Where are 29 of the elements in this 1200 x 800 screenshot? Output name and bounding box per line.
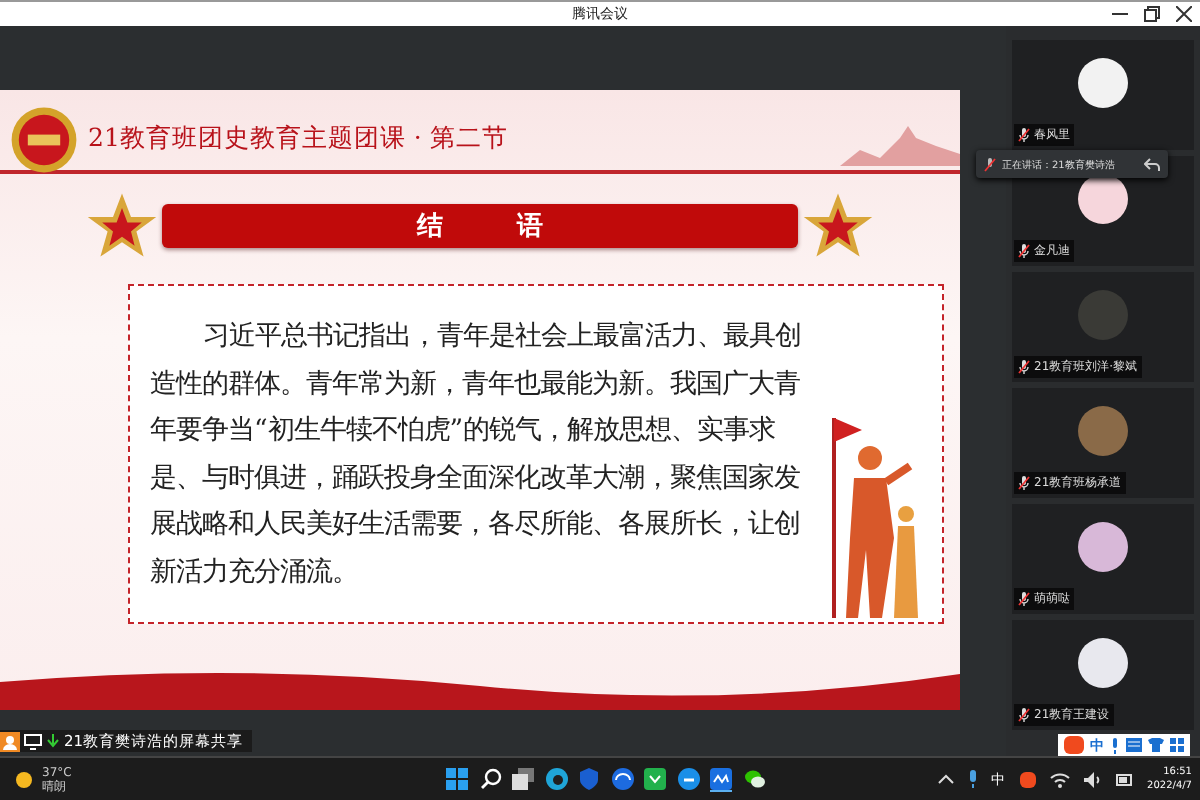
quote-paragraph: 习近平总书记指出，青年是社会上最富活力、最具创造性的群体。青年常为新，青年也最能为新。我国广大青年要争当“初生牛犊不怕虎”的锐气，解放思想、实事求是、与时俱进，踊跃投身全面深化改革大潮，聚焦国家发展战略和人民美好生活需要，各尽所能、各展所长，让创新活力充分涌流。 [150, 319, 802, 592]
section-banner: 结 语 [162, 204, 798, 248]
emblem-icon [8, 104, 80, 176]
person-icon [0, 731, 20, 751]
search-icon[interactable] [479, 768, 501, 790]
monitor-icon [24, 733, 42, 749]
meeting-app-icon[interactable] [611, 768, 633, 790]
sun-icon[interactable] [16, 771, 32, 787]
slide-title: 21教育班团史教育主题团课 · 第二节 [88, 121, 508, 155]
wifi-icon[interactable] [1049, 771, 1070, 787]
restore-icon[interactable] [1144, 6, 1160, 22]
meeting-app-icon[interactable] [710, 767, 732, 791]
star-badge-icon [802, 190, 874, 262]
start-icon[interactable] [446, 768, 468, 790]
grid-icon[interactable] [1170, 738, 1184, 752]
mic-muted-icon [984, 157, 996, 171]
close-icon[interactable] [1176, 6, 1192, 22]
wechat-icon[interactable] [743, 768, 765, 790]
shirt-icon[interactable] [1148, 738, 1164, 752]
task-view-icon[interactable] [512, 768, 534, 790]
speaker-icon[interactable] [1083, 771, 1102, 787]
chevron-up-icon[interactable] [937, 774, 954, 784]
ime-logo-icon [1064, 736, 1084, 754]
reply-icon[interactable] [1144, 157, 1160, 171]
shield-icon[interactable] [578, 768, 600, 790]
ime-logo-icon[interactable] [1019, 771, 1036, 787]
star-badge-icon [86, 190, 158, 262]
battery-icon[interactable] [1115, 771, 1134, 787]
download-icon [46, 733, 60, 749]
